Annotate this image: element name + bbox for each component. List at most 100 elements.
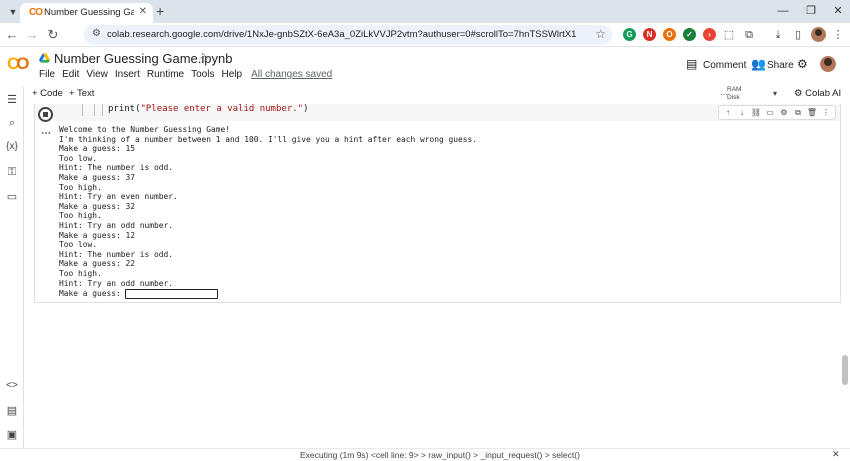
code-print-suffix: ) [303, 104, 309, 114]
cell-settings-icon[interactable]: ⚙ [779, 107, 790, 118]
settings-gear-icon[interactable]: ⚙ [797, 57, 808, 71]
table-of-contents-icon[interactable]: ☰ [4, 93, 20, 106]
colab-ai-label: Colab AI [805, 88, 842, 99]
save-status[interactable]: All changes saved [251, 69, 332, 80]
comment-icon[interactable]: ▤ [686, 57, 697, 71]
notebook-scrollbar[interactable] [842, 355, 848, 385]
move-cell-down-icon[interactable]: ↓ [737, 107, 748, 118]
menu-tools[interactable]: Tools [191, 69, 214, 80]
output-line: I'm thinking of a number between 1 and 1… [59, 134, 478, 144]
download-icon[interactable]: ⤓ [770, 27, 786, 43]
extension-orange-icon[interactable]: O [663, 28, 676, 41]
link-icon[interactable]: ⛓ [751, 107, 762, 118]
menu-view[interactable]: View [86, 69, 108, 80]
menu-runtime[interactable]: Runtime [147, 69, 184, 80]
extension-arrow-icon[interactable]: › [703, 28, 716, 41]
menu-insert[interactable]: Insert [115, 69, 140, 80]
cell-output: Welcome to the Number Guessing Game! I'm… [59, 125, 477, 299]
output-line: Make a guess: 15 [59, 144, 136, 154]
colab-tab-icon: CO [29, 7, 43, 18]
star-notebook-icon[interactable]: ☆ [199, 52, 210, 66]
output-line: Welcome to the Number Guessing Game! [59, 125, 231, 134]
extension-off-icon[interactable]: ⬚ [721, 27, 737, 43]
menu-bar: File Edit View Insert Runtime Tools Help… [39, 69, 332, 80]
stop-execution-button[interactable] [38, 107, 53, 122]
tab-close-icon[interactable]: ✕ [139, 6, 147, 17]
extension-red-icon[interactable]: N [643, 28, 656, 41]
indent-guide [82, 104, 83, 116]
left-rail: ☰ ⌕ {x} ⚿ ▭ <> ▤ ▣ [0, 87, 24, 448]
google-drive-icon [39, 53, 50, 63]
output-line: Too low. [59, 153, 98, 163]
output-line: Hint: Try an odd number. [59, 278, 174, 288]
colab-ai-icon: ⚙ [794, 88, 803, 99]
maximize-icon[interactable]: ❐ [803, 3, 819, 19]
window-close-icon[interactable]: ✕ [830, 3, 846, 19]
notebook-toolbar: + Code + Text ⋯ RAM Disk ▾ ⚙ Colab AI ∧ [24, 86, 850, 104]
menu-help[interactable]: Help [221, 69, 242, 80]
variables-icon[interactable]: {x} [4, 141, 20, 152]
output-actions-icon[interactable]: ⋯ [41, 128, 52, 139]
minimize-icon[interactable]: — [775, 3, 791, 19]
menu-edit[interactable]: Edit [62, 69, 79, 80]
output-line: Hint: The number is odd. [59, 163, 174, 173]
code-cell[interactable]: print("Please enter a valid number.") ↑ … [34, 104, 841, 303]
more-options-icon[interactable]: ⋮ [821, 107, 832, 118]
mirror-cell-icon[interactable]: ⧉ [793, 107, 804, 118]
colab-header: CO Number Guessing Game.ipynb ☆ File Edi… [0, 47, 850, 87]
move-cell-up-icon[interactable]: ↑ [723, 107, 734, 118]
stdin-input-field[interactable] [124, 288, 218, 299]
status-close-icon[interactable]: ✕ [832, 449, 840, 460]
add-text-cell-button[interactable]: + Text [69, 88, 94, 99]
sidepanel-icon[interactable]: ▯ [790, 27, 806, 43]
forward-icon[interactable]: → [23, 26, 41, 44]
browser-tab[interactable]: CO Number Guessing Game.ipynb ✕ [20, 3, 153, 23]
execution-status[interactable]: Executing (1m 9s) <cell line: 9> > raw_i… [300, 450, 580, 460]
code-string-literal: "Please enter a valid number." [140, 104, 304, 114]
files-folder-icon[interactable]: ▭ [4, 190, 20, 203]
site-info-icon[interactable]: ⚙ [92, 28, 101, 39]
browser-menu-icon[interactable]: ⋮ [830, 27, 846, 43]
account-avatar[interactable] [820, 56, 836, 72]
menu-file[interactable]: File [39, 69, 55, 80]
runtime-dropdown-icon[interactable]: ▾ [773, 89, 777, 98]
browser-toolbar: ← → ↻ ⚙ colab.research.google.com/drive/… [0, 23, 850, 47]
output-line: Hint: Try an odd number. [59, 220, 174, 230]
comment-cell-icon[interactable]: ▭ [765, 107, 776, 118]
tab-search-icon[interactable]: ▼ [6, 5, 20, 19]
cell-toolbar: ↑ ↓ ⛓ ▭ ⚙ ⧉ 🗑 ⋮ [718, 105, 836, 120]
bookmark-star-icon[interactable]: ☆ [595, 27, 606, 41]
add-code-cell-button[interactable]: + Code [32, 88, 63, 99]
back-icon[interactable]: ← [3, 26, 21, 44]
tab-title: Number Guessing Game.ipynb [44, 7, 134, 18]
command-palette-icon[interactable]: ▤ [4, 404, 20, 417]
colab-ai-button[interactable]: ⚙ Colab AI [794, 88, 841, 99]
comment-button[interactable]: Comment [703, 60, 746, 71]
ram-disk-indicator[interactable]: RAM Disk [727, 86, 741, 102]
status-bar: Executing (1m 9s) <cell line: 9> > raw_i… [0, 448, 850, 461]
output-line: Make a guess: 22 [59, 259, 136, 269]
share-people-icon[interactable]: 👥 [751, 57, 766, 71]
indent-guide [94, 104, 95, 116]
code-snippets-icon[interactable]: <> [4, 380, 20, 391]
disk-label: Disk [727, 94, 740, 101]
new-tab-button[interactable]: + [156, 3, 164, 19]
browser-tab-bar: ▼ CO Number Guessing Game.ipynb ✕ + — ❐ … [0, 0, 850, 23]
secrets-key-icon[interactable]: ⚿ [4, 166, 20, 179]
search-icon[interactable]: ⌕ [4, 117, 20, 130]
ram-label: RAM [727, 86, 742, 93]
extensions-puzzle-icon[interactable]: ⧉ [741, 27, 757, 43]
terminal-icon[interactable]: ▣ [4, 428, 20, 441]
reload-icon[interactable]: ↻ [44, 26, 62, 44]
extension-green-icon[interactable]: ✓ [683, 28, 696, 41]
share-button[interactable]: Share [767, 60, 794, 71]
code-line: print("Please enter a valid number.") [108, 104, 309, 114]
stdin-row: Make a guess: [59, 288, 477, 299]
extension-grammarly-icon[interactable]: G [623, 28, 636, 41]
browser-profile-avatar[interactable] [811, 27, 826, 42]
delete-cell-icon[interactable]: 🗑 [807, 107, 818, 118]
address-bar[interactable]: ⚙ colab.research.google.com/drive/1NxJe-… [84, 25, 612, 45]
input-prompt: Make a guess: [59, 288, 121, 298]
output-line: Hint: Try an even number. [59, 192, 178, 202]
colab-logo-icon[interactable]: CO [7, 54, 30, 74]
